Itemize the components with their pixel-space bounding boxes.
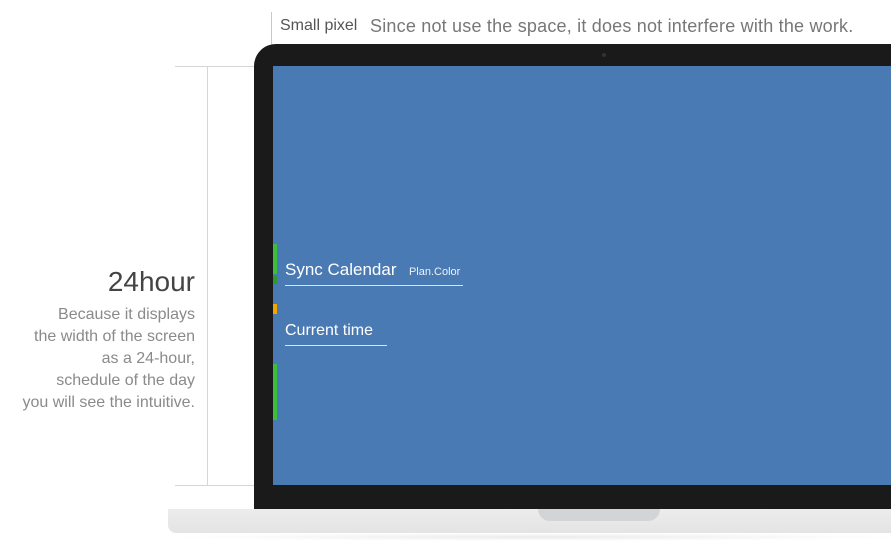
laptop-shadow: [168, 533, 891, 541]
guide-vertical-24h: [207, 66, 208, 486]
callout-sync-calendar: Sync Calendar Plan.Color: [285, 260, 465, 280]
timeline-bar-green-2: [273, 364, 277, 420]
timeline-bar-green-1: [273, 244, 277, 274]
guide-vertical-small-pixel: [271, 12, 272, 44]
left-text-block: 24hour Because it displays the width of …: [0, 266, 195, 414]
callout-sync-sub: Plan.Color: [409, 266, 460, 278]
laptop-frame: Sync Calendar Plan.Color Current time: [254, 44, 891, 510]
guide-horizontal-bottom: [175, 485, 255, 486]
callout-time-label: Current time: [285, 322, 373, 339]
timeline-bar-amber: [273, 304, 277, 314]
left-title: 24hour: [0, 266, 195, 298]
small-pixel-description: Since not use the space, it does not int…: [370, 16, 853, 37]
callout-sync-underline: [285, 285, 463, 286]
laptop-base: [168, 509, 891, 533]
timeline-bar-green-1b: [273, 276, 277, 284]
callout-current-time: Current time: [285, 322, 395, 340]
callout-time-underline: [285, 345, 387, 346]
guide-horizontal-top: [175, 66, 255, 67]
laptop-notch: [538, 509, 660, 521]
callout-sync-label: Sync Calendar: [285, 260, 397, 279]
laptop-screen: Sync Calendar Plan.Color Current time: [273, 66, 891, 485]
left-body: Because it displays the width of the scr…: [0, 304, 195, 414]
small-pixel-label: Small pixel: [280, 17, 357, 35]
